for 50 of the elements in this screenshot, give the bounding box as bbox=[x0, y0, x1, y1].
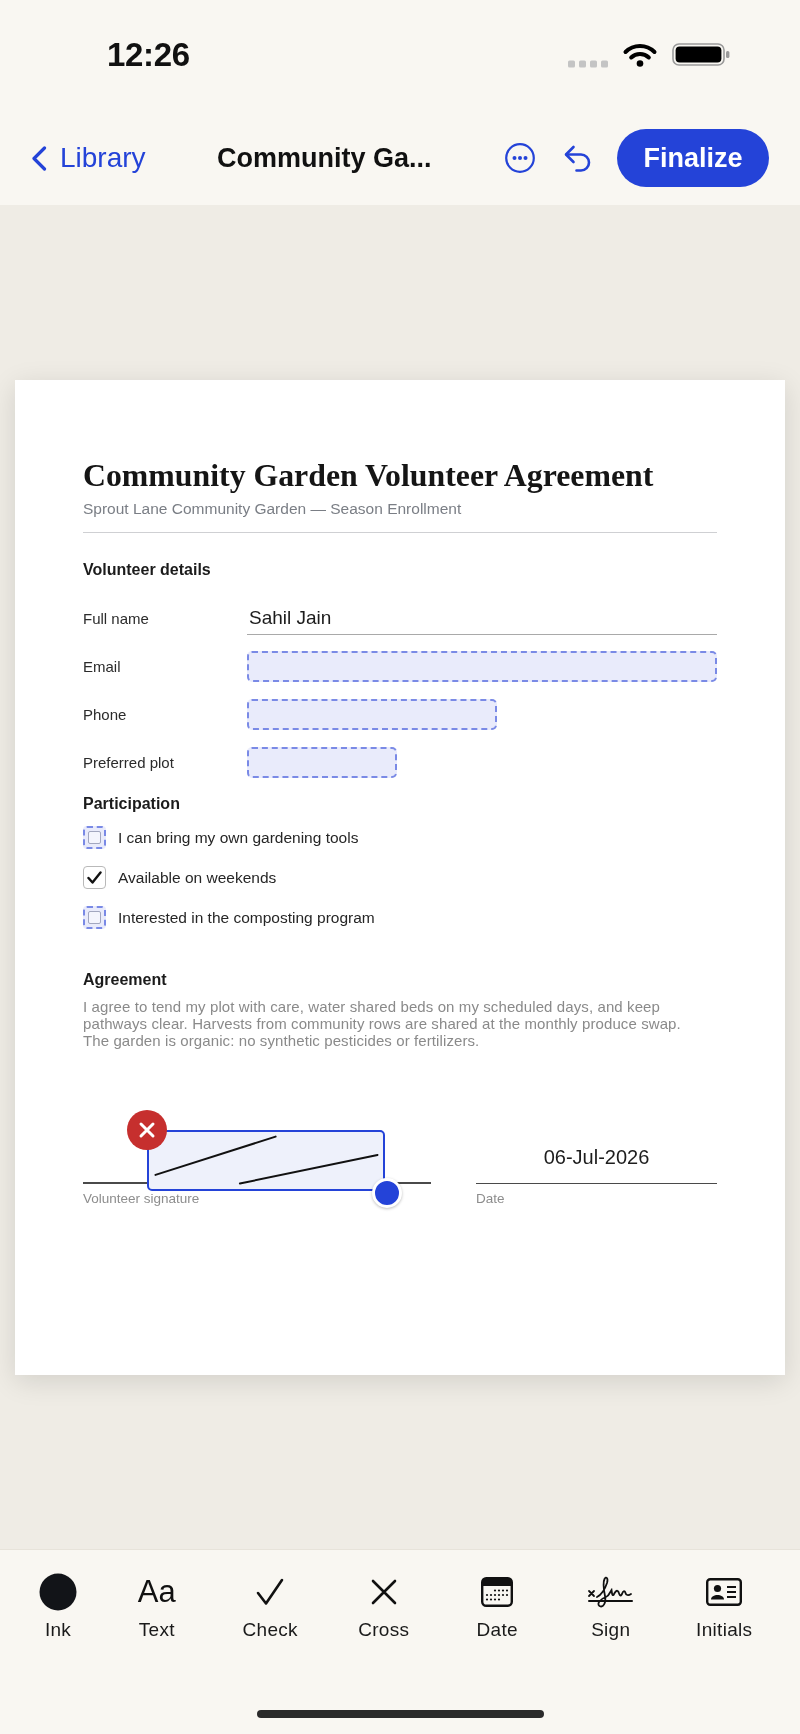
checkbox-label: I can bring my own gardening tools bbox=[118, 827, 359, 848]
checkmark-icon bbox=[256, 1578, 285, 1606]
field-label: Volunteer signature bbox=[83, 1191, 201, 1206]
status-time: 12:26 bbox=[107, 35, 190, 74]
signature-icon bbox=[587, 1575, 635, 1609]
input-field[interactable] bbox=[247, 746, 397, 779]
checkbox-label: Interested in the composting program bbox=[118, 907, 375, 928]
checkbox[interactable] bbox=[83, 826, 106, 849]
field-label: Phone bbox=[83, 704, 128, 725]
chevron-left-icon bbox=[31, 145, 47, 171]
input-field[interactable] bbox=[247, 650, 717, 683]
checkbox[interactable] bbox=[83, 866, 106, 889]
checkbox-label: Available on weekends bbox=[118, 867, 277, 888]
signature-box[interactable] bbox=[147, 1129, 385, 1191]
section-heading: Agreement bbox=[83, 969, 168, 990]
delete-icon[interactable] bbox=[127, 1109, 167, 1150]
cross-button[interactable]: Cross bbox=[327, 1573, 441, 1641]
ink-button[interactable]: Ink bbox=[16, 1573, 100, 1641]
back-button[interactable]: Library bbox=[31, 141, 150, 175]
battery-icon bbox=[672, 43, 730, 66]
section-heading: Volunteer details bbox=[83, 559, 212, 580]
check-button[interactable]: Check bbox=[213, 1573, 327, 1641]
text-button[interactable]: Aa Text bbox=[100, 1573, 214, 1641]
field-label: Preferred plot bbox=[83, 752, 175, 773]
input-field[interactable] bbox=[247, 698, 497, 731]
checkbox[interactable] bbox=[83, 906, 106, 929]
undo-icon[interactable] bbox=[564, 144, 591, 172]
agreement-text: I agree to tend my plot with care, water shared beds on my scheduled days, and keep pathways clear. Harvests from community rows are shared at the monthly produce swap. The garden is organic: no synthetic pesticides or fertilizers. bbox=[83, 998, 682, 1049]
wifi-icon bbox=[622, 42, 658, 67]
calendar-icon bbox=[481, 1577, 514, 1607]
swatch-icon bbox=[39, 1573, 77, 1611]
document-title: Community Ga... bbox=[217, 142, 432, 174]
sign-button[interactable]: Sign bbox=[554, 1573, 668, 1641]
checkmark-icon bbox=[87, 871, 102, 884]
id-card-icon bbox=[706, 1578, 743, 1606]
finalize-button[interactable]: Finalize bbox=[617, 129, 769, 187]
field-label: Full name bbox=[83, 608, 150, 629]
x-mark-icon bbox=[370, 1579, 397, 1605]
letters-icon: Aa bbox=[137, 1576, 176, 1608]
date-field[interactable]: 06-Jul-2026 bbox=[476, 1123, 717, 1184]
initials-button[interactable]: Initials bbox=[667, 1573, 781, 1641]
document-subtitle: Sprout Lane Community Garden — Season Enrollment bbox=[83, 498, 463, 519]
date-button[interactable]: Date bbox=[440, 1573, 554, 1641]
input-field[interactable]: Sahil Jain bbox=[247, 602, 717, 635]
signal-icon bbox=[568, 59, 608, 68]
field-label: Email bbox=[83, 656, 122, 677]
more-icon[interactable] bbox=[505, 143, 535, 173]
section-heading: Participation bbox=[83, 793, 181, 814]
field-label: Date bbox=[476, 1191, 506, 1206]
document-heading: Community Garden Volunteer Agreement bbox=[83, 458, 655, 494]
